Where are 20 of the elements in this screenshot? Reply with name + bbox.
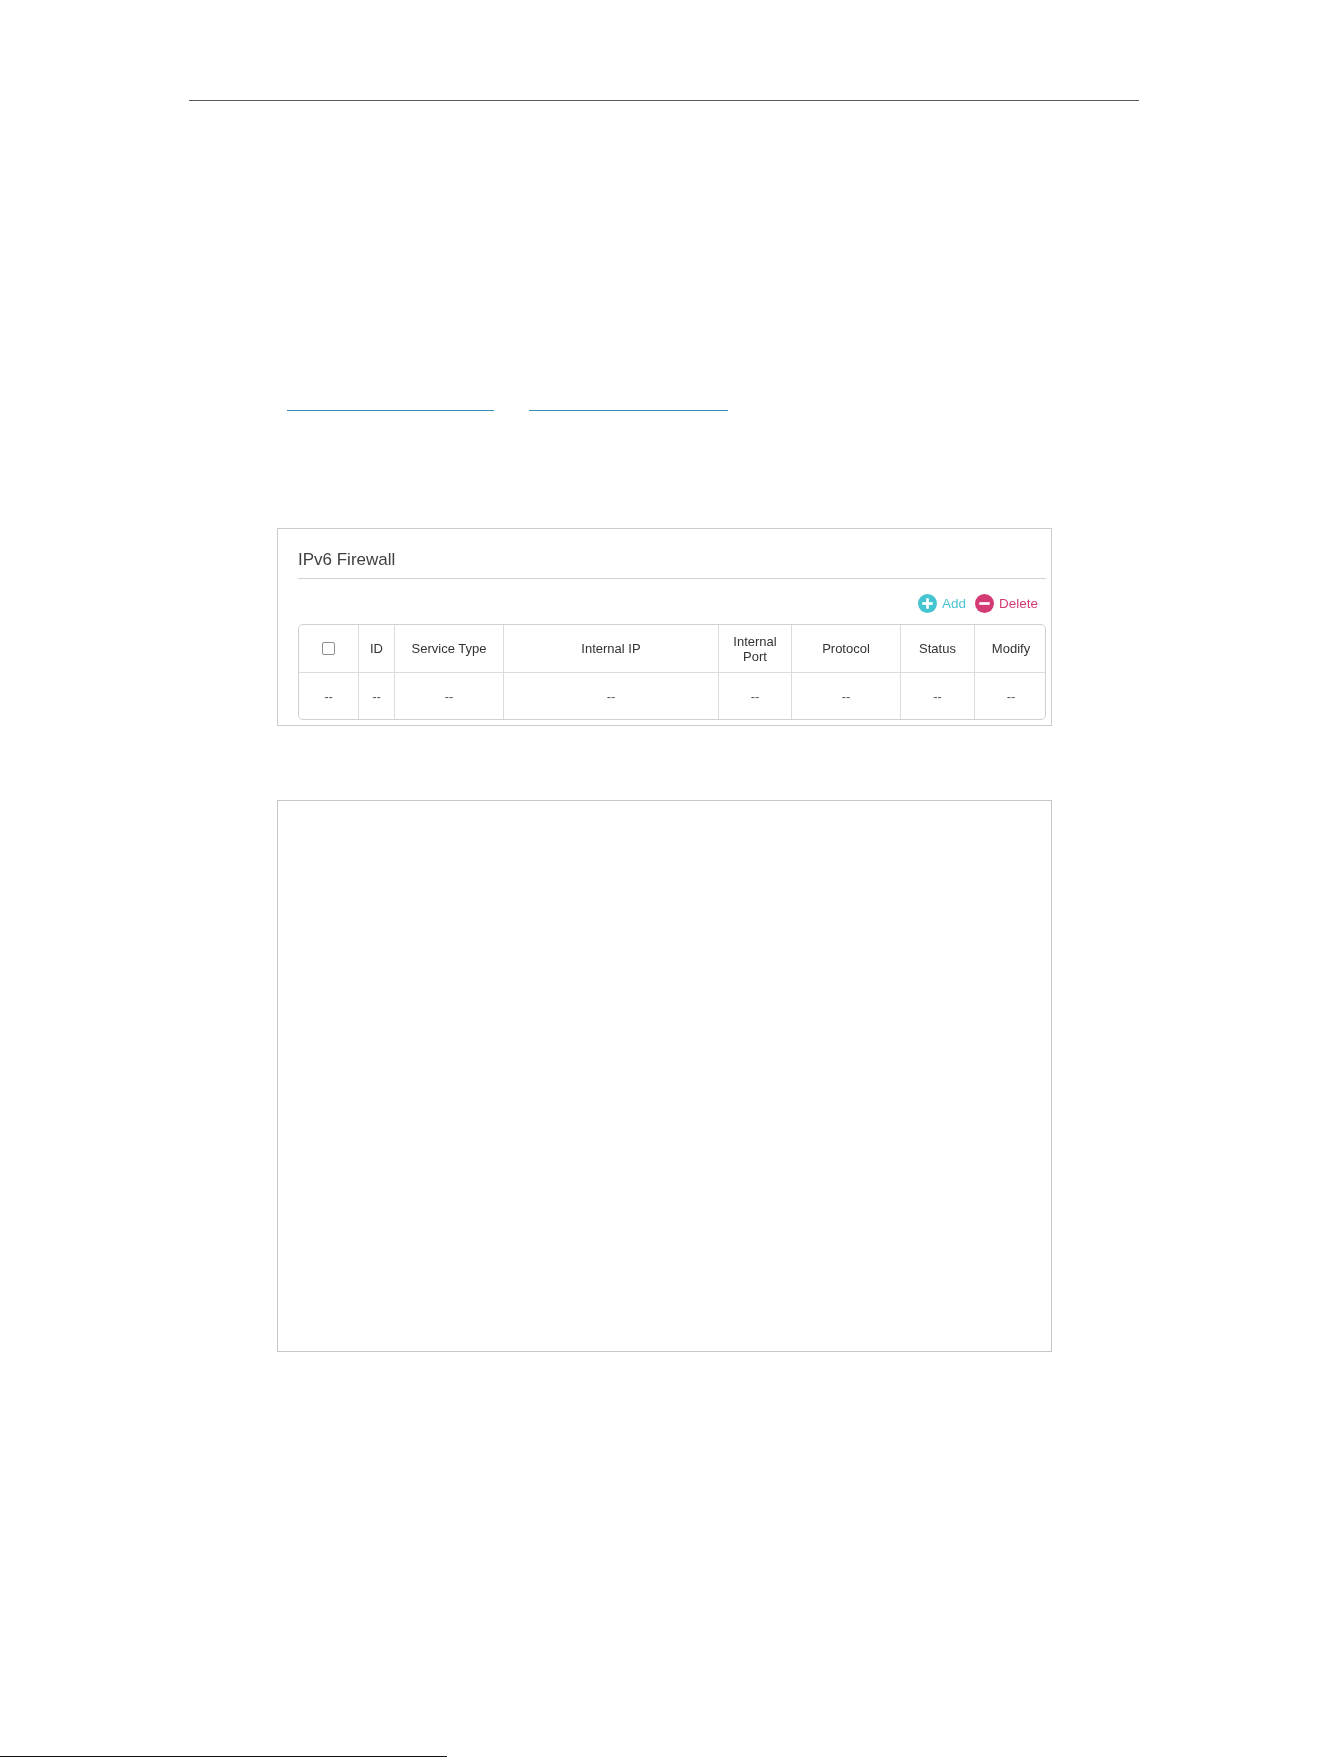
table-cell: -- <box>395 673 504 719</box>
table-header-cell: Modify <box>975 625 1045 673</box>
plus-circle-icon <box>917 594 937 613</box>
table-header-cell: Service Type <box>395 625 504 673</box>
table-cell: -- <box>299 673 359 719</box>
table-cell: -- <box>901 673 975 719</box>
table-header-cell: Internal Port <box>719 625 792 673</box>
table-header-cell: Status <box>901 625 975 673</box>
table-header-cell: ID <box>359 625 395 673</box>
minus-circle-icon <box>974 594 994 613</box>
table-header-cell: Internal IP <box>504 625 719 673</box>
table-cell-text: -- <box>1005 687 1017 706</box>
select-all-checkbox[interactable] <box>322 642 335 655</box>
panel-title: IPv6 Firewall <box>298 550 396 570</box>
delete-button[interactable]: Delete <box>974 594 1038 613</box>
table-cell: -- <box>792 673 901 719</box>
table-cell: -- <box>359 673 395 719</box>
table-header-cell: Protocol <box>792 625 901 673</box>
table-cell: -- <box>504 673 719 719</box>
table-cell: -- <box>719 673 792 719</box>
